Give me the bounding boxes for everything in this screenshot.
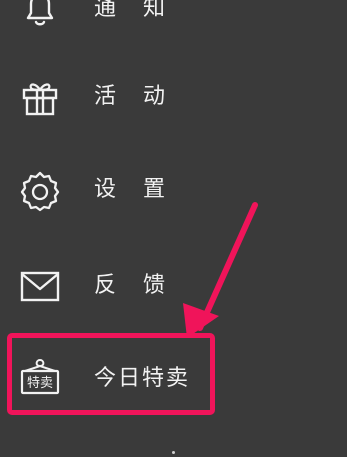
bell-icon <box>26 0 54 26</box>
menu-item-label: 通 知 <box>94 0 175 21</box>
app-screen: 通 知 活 动 设 置 反 馈 特卖 今日特卖 <box>0 0 347 457</box>
menu-item-activities[interactable]: 活 动 <box>0 61 347 133</box>
menu-item-feedback[interactable]: 反 馈 <box>0 250 347 322</box>
menu-item-notifications[interactable]: 通 知 <box>0 0 347 45</box>
menu-item-label: 设 置 <box>94 177 175 202</box>
page-indicator-dot <box>172 451 175 454</box>
gift-icon <box>22 83 58 116</box>
gear-icon <box>20 171 60 212</box>
highlight-box <box>7 333 215 415</box>
menu-item-label: 活 动 <box>94 84 175 109</box>
menu-item-settings[interactable]: 设 置 <box>0 154 347 226</box>
menu-item-label: 反 馈 <box>94 273 175 298</box>
envelope-icon <box>20 271 60 302</box>
